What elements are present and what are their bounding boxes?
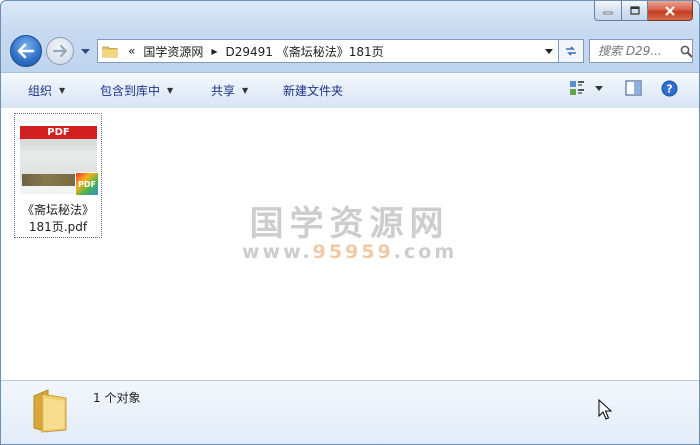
watermark-url-prefix: www. — [242, 241, 313, 263]
breadcrumb: « 国学资源网 ▶ D29491 《斋坛秘法》181页 — [124, 43, 540, 60]
share-menu[interactable]: 共享 ▼ — [211, 82, 248, 99]
command-bar: 组织 ▼ 包含到库中 ▼ 共享 ▼ 新建文件夹 ? — [1, 72, 699, 109]
breadcrumb-overflow[interactable]: « — [124, 44, 139, 58]
include-in-library-menu[interactable]: 包含到库中 ▼ — [100, 82, 173, 99]
chevron-down-icon: ▼ — [167, 86, 174, 95]
breadcrumb-item-site[interactable]: 国学资源网 — [139, 43, 207, 60]
forward-button[interactable] — [46, 37, 74, 65]
mouse-pointer-icon — [598, 399, 612, 420]
new-folder-button[interactable]: 新建文件夹 — [283, 82, 343, 99]
breadcrumb-item-current[interactable]: D29491 《斋坛秘法》181页 — [222, 43, 388, 60]
item-count: 1 个对象 — [93, 391, 141, 405]
chevron-down-icon: ▼ — [59, 86, 66, 95]
refresh-icon — [566, 46, 576, 56]
chevron-down-icon — [595, 85, 603, 91]
pdf-badge-icon: PDF — [75, 172, 99, 196]
minimize-icon — [603, 11, 613, 14]
file-list[interactable]: PDF PDF 《斋坛秘法》 181页.pdf 国学资源网 www.95959.… — [1, 108, 699, 380]
minimize-button[interactable] — [594, 1, 622, 21]
back-arrow-icon — [17, 43, 35, 59]
svg-text:?: ? — [666, 83, 672, 96]
preview-pane-button[interactable] — [625, 80, 642, 96]
refresh-button[interactable] — [559, 39, 584, 63]
organize-menu[interactable]: 组织 ▼ — [28, 82, 65, 99]
book-cover-strip — [22, 174, 78, 186]
caption-buttons — [594, 1, 693, 21]
maximize-icon — [629, 6, 640, 15]
search-icon[interactable] — [680, 45, 692, 58]
back-button[interactable] — [10, 35, 42, 67]
view-options-icon — [570, 81, 584, 95]
watermark: 国学资源网 www.95959.com — [242, 196, 457, 263]
pdf-banner: PDF — [20, 126, 97, 139]
folder-icon — [33, 389, 67, 433]
organize-label: 组织 — [28, 84, 53, 98]
pdf-thumbnail: PDF PDF — [20, 126, 99, 196]
watermark-title: 国学资源网 — [249, 204, 450, 244]
watermark-url-number: 95959 — [312, 241, 394, 263]
help-icon: ? — [661, 80, 678, 97]
folder-icon — [102, 46, 118, 58]
file-name-line2: 181页.pdf — [28, 220, 88, 234]
view-options-button[interactable] — [569, 80, 603, 96]
close-button[interactable] — [648, 1, 693, 21]
new-folder-label: 新建文件夹 — [283, 84, 344, 98]
address-history-dropdown[interactable] — [540, 40, 558, 62]
file-item-pdf[interactable]: PDF PDF 《斋坛秘法》 181页.pdf — [14, 113, 102, 238]
explorer-window: « 国学资源网 ▶ D29491 《斋坛秘法》181页 组织 ▼ — [0, 0, 700, 445]
chevron-down-icon: ▼ — [242, 86, 249, 95]
chevron-down-icon — [545, 48, 553, 54]
search-input[interactable] — [596, 43, 678, 59]
recent-pages-button[interactable] — [81, 44, 90, 58]
file-name-line1: 《斋坛秘法》 — [21, 203, 94, 217]
maximize-button[interactable] — [622, 1, 648, 21]
watermark-url-suffix: .com — [393, 241, 458, 263]
file-name: 《斋坛秘法》 181页.pdf — [15, 202, 101, 236]
address-bar[interactable]: « 国学资源网 ▶ D29491 《斋坛秘法》181页 — [97, 39, 559, 63]
share-label: 共享 — [211, 84, 236, 98]
watermark-url: www.95959.com — [242, 241, 457, 263]
breadcrumb-separator-icon[interactable]: ▶ — [207, 47, 221, 56]
preview-pane-icon — [625, 80, 642, 96]
forward-arrow-icon — [52, 44, 68, 58]
chevron-down-icon — [81, 49, 90, 54]
close-icon — [665, 5, 675, 16]
include-library-label: 包含到库中 — [100, 84, 161, 98]
search-box[interactable] — [589, 39, 693, 63]
details-pane: 1 个对象 — [1, 380, 699, 444]
navigation-bar: « 国学资源网 ▶ D29491 《斋坛秘法》181页 — [1, 31, 699, 69]
help-button[interactable]: ? — [661, 80, 678, 97]
